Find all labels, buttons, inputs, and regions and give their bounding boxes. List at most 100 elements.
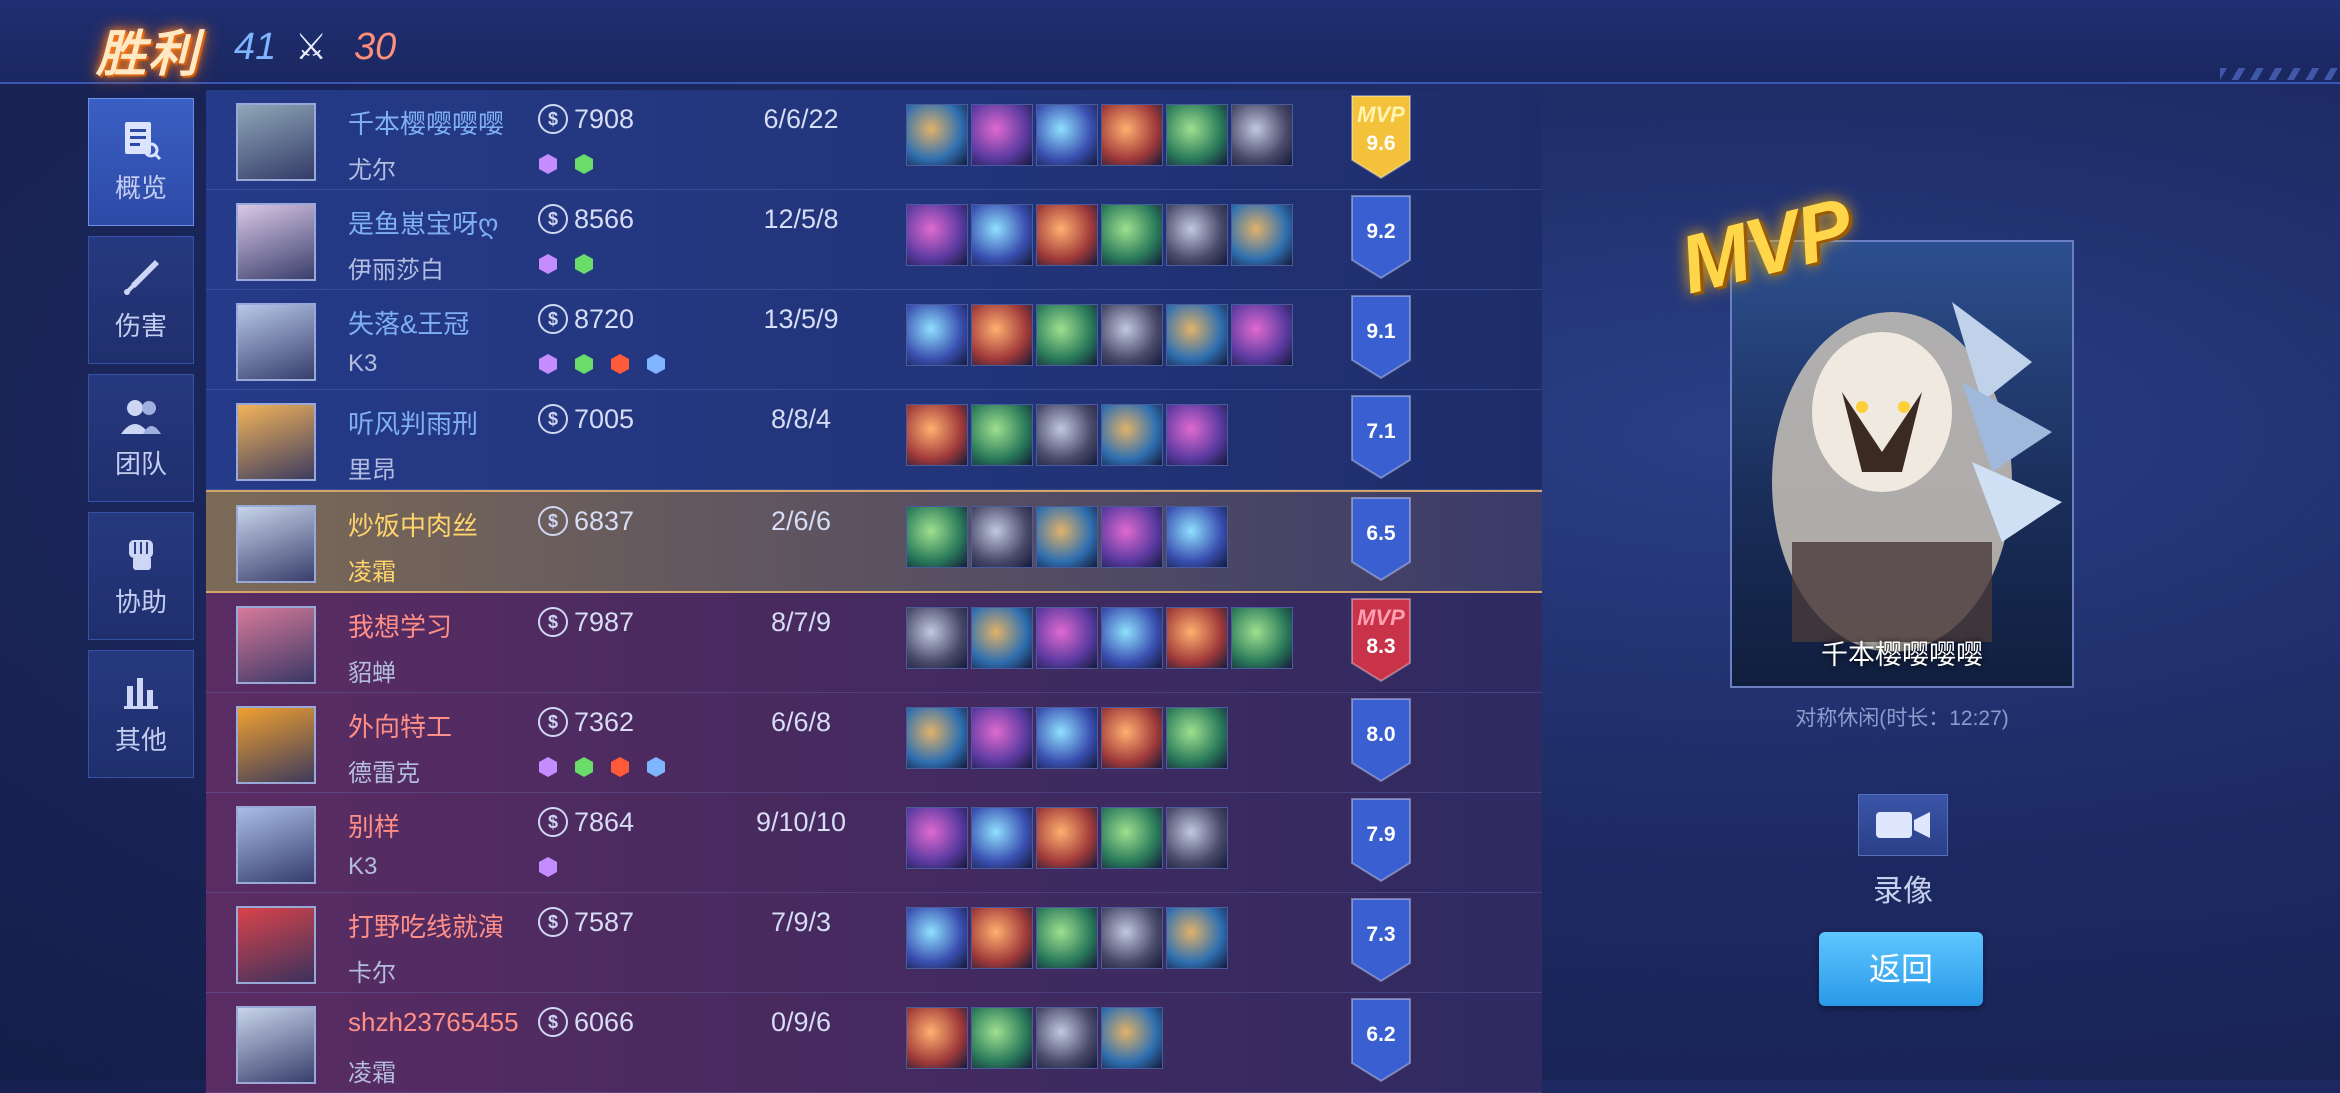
equipment-item-icon[interactable] xyxy=(971,1007,1033,1069)
tab-team[interactable]: 团队 xyxy=(88,374,194,502)
equipment-item-icon[interactable] xyxy=(1101,907,1163,969)
player-name[interactable]: shzh23765455 xyxy=(348,1007,519,1038)
equipment-item-icon[interactable] xyxy=(1101,1007,1163,1069)
equipment-item-icon[interactable] xyxy=(1036,707,1098,769)
equipment-item-icon[interactable] xyxy=(1166,607,1228,669)
hero-avatar[interactable] xyxy=(236,103,316,181)
player-name[interactable]: 打野吃线就演 xyxy=(348,907,504,944)
replay-button[interactable] xyxy=(1858,794,1948,856)
player-name[interactable]: 炒饭中肉丝 xyxy=(348,506,478,543)
player-name[interactable]: 我想学习 xyxy=(348,607,452,644)
equipment-item-icon[interactable] xyxy=(906,304,968,366)
equipment-item-icon[interactable] xyxy=(1166,104,1228,166)
tab-assist-label: 协助 xyxy=(114,586,167,617)
player-row[interactable]: 炒饭中肉丝 凌霜 $6837 2/6/6 6.5 xyxy=(206,490,1542,593)
equipment-item-icon[interactable] xyxy=(1036,104,1098,166)
equipment-item-icon[interactable] xyxy=(1036,204,1098,266)
equipment-item-icon[interactable] xyxy=(1101,104,1163,166)
equipment-item-icon[interactable] xyxy=(906,204,968,266)
equipment-item-icon[interactable] xyxy=(1166,204,1228,266)
hero-name: K3 xyxy=(348,853,378,880)
equipment-item-icon[interactable] xyxy=(971,807,1033,869)
tab-overview[interactable]: 概览 xyxy=(88,98,194,226)
equipment-item-icon[interactable] xyxy=(1166,807,1228,869)
equipment-item-icon[interactable] xyxy=(1231,204,1293,266)
equipment-item-icon[interactable] xyxy=(971,907,1033,969)
player-row[interactable]: 别样 K3 $7864 9/10/10 7.9 xyxy=(206,793,1542,893)
equipment-item-icon[interactable] xyxy=(1101,607,1163,669)
equipment-item-icon[interactable] xyxy=(1166,304,1228,366)
equipment-item-icon[interactable] xyxy=(906,506,968,568)
gold-coin-icon: $ xyxy=(538,907,568,937)
equipment-item-icon[interactable] xyxy=(1036,907,1098,969)
equipment-item-icon[interactable] xyxy=(1101,707,1163,769)
hero-avatar[interactable] xyxy=(236,806,316,884)
gold-coin-icon: $ xyxy=(538,404,568,434)
equipment-item-icon[interactable] xyxy=(1101,304,1163,366)
equipment-item-icon[interactable] xyxy=(1231,304,1293,366)
equipment-item-icon[interactable] xyxy=(906,404,968,466)
player-row[interactable]: 打野吃线就演 卡尔 $7587 7/9/3 7.3 xyxy=(206,893,1542,993)
equipment-item-icon[interactable] xyxy=(1036,404,1098,466)
equipment-item-icon[interactable] xyxy=(906,607,968,669)
equipment-item-icon[interactable] xyxy=(1231,104,1293,166)
player-row[interactable]: shzh23765455 凌霜 $6066 0/9/6 6.2 xyxy=(206,993,1542,1093)
hero-avatar[interactable] xyxy=(236,606,316,684)
equipment-item-icon[interactable] xyxy=(1101,204,1163,266)
equipment-item-icon[interactable] xyxy=(1101,506,1163,568)
equipment-item-icon[interactable] xyxy=(1101,807,1163,869)
equipment-item-icon[interactable] xyxy=(906,1007,968,1069)
achievement-badges xyxy=(536,152,596,176)
equipment-item-icon[interactable] xyxy=(906,807,968,869)
equipment-item-icon[interactable] xyxy=(971,707,1033,769)
player-row[interactable]: 听风判雨刑 里昂 $7005 8/8/4 7.1 xyxy=(206,390,1542,490)
equipment-item-icon[interactable] xyxy=(971,304,1033,366)
player-name[interactable]: 失落&王冠 xyxy=(348,304,469,341)
tab-assist[interactable]: 协助 xyxy=(88,512,194,640)
rating-value: 8.3 xyxy=(1366,635,1396,658)
equipment-item-icon[interactable] xyxy=(1166,907,1228,969)
player-name[interactable]: 别样 xyxy=(348,807,400,844)
hero-avatar[interactable] xyxy=(236,403,316,481)
equipment-item-icon[interactable] xyxy=(1036,304,1098,366)
player-name[interactable]: 听风判雨刑 xyxy=(348,404,478,441)
equipment-item-icon[interactable] xyxy=(971,204,1033,266)
player-row[interactable]: 千本樱嘤嘤嘤 尤尔 $7908 6/6/22 MVP 9.6 xyxy=(206,90,1542,190)
player-name[interactable]: 外向特工 xyxy=(348,707,452,744)
equipment-item-icon[interactable] xyxy=(906,907,968,969)
equipment-item-icon[interactable] xyxy=(1036,506,1098,568)
equipment-item-icon[interactable] xyxy=(1166,506,1228,568)
equipment-item-icon[interactable] xyxy=(971,607,1033,669)
equipment-item-icon[interactable] xyxy=(1166,404,1228,466)
hero-avatar[interactable] xyxy=(236,1006,316,1084)
dagger-badge-icon xyxy=(575,354,593,374)
player-row[interactable]: 我想学习 貂蝉 $7987 8/7/9 MVP 8.3 xyxy=(206,593,1542,693)
player-name[interactable]: 是鱼崽宝呀ღ xyxy=(348,204,498,241)
hero-avatar[interactable] xyxy=(236,505,316,583)
equipment-item-icon[interactable] xyxy=(971,506,1033,568)
equipment-item-icon[interactable] xyxy=(1036,607,1098,669)
hero-avatar[interactable] xyxy=(236,906,316,984)
eye-badge-icon xyxy=(575,757,593,777)
player-name[interactable]: 千本樱嘤嘤嘤 xyxy=(348,104,504,141)
mvp-hero-card[interactable]: 千本樱嘤嘤嘤 xyxy=(1730,240,2074,688)
equipment-item-icon[interactable] xyxy=(906,104,968,166)
equipment-item-icon[interactable] xyxy=(1036,1007,1098,1069)
back-button[interactable]: 返回 xyxy=(1819,932,1983,1006)
mvp-hero-portrait xyxy=(1772,302,2062,652)
equipment-item-icon[interactable] xyxy=(906,707,968,769)
tab-other[interactable]: 其他 xyxy=(88,650,194,778)
player-row[interactable]: 外向特工 德雷克 $7362 6/6/8 8.0 xyxy=(206,693,1542,793)
player-row[interactable]: 失落&王冠 K3 $8720 13/5/9 9.1 xyxy=(206,290,1542,390)
equipment-item-icon[interactable] xyxy=(971,104,1033,166)
player-row[interactable]: 是鱼崽宝呀ღ 伊丽莎白 $8566 12/5/8 9.2 xyxy=(206,190,1542,290)
tab-damage[interactable]: 伤害 xyxy=(88,236,194,364)
hero-avatar[interactable] xyxy=(236,706,316,784)
hero-avatar[interactable] xyxy=(236,303,316,381)
equipment-item-icon[interactable] xyxy=(971,404,1033,466)
equipment-item-icon[interactable] xyxy=(1101,404,1163,466)
equipment-item-icon[interactable] xyxy=(1036,807,1098,869)
equipment-item-icon[interactable] xyxy=(1166,707,1228,769)
equipment-item-icon[interactable] xyxy=(1231,607,1293,669)
hero-avatar[interactable] xyxy=(236,203,316,281)
